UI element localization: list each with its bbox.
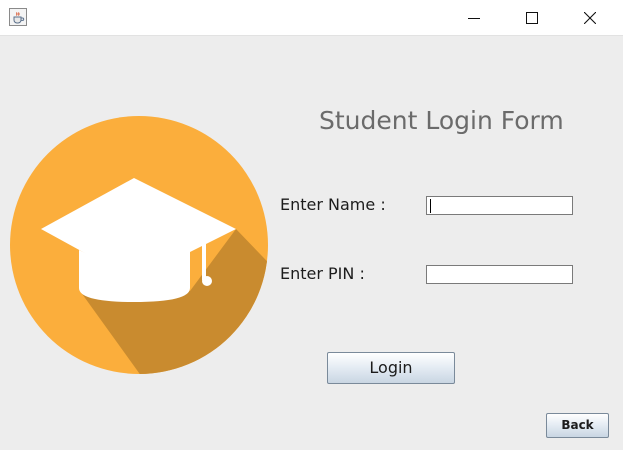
login-button[interactable]: Login: [327, 352, 455, 384]
graduation-cap-icon: [10, 116, 268, 374]
close-icon: [584, 12, 596, 24]
login-panel: Student Login Form Enter Name : Enter PI…: [0, 36, 623, 450]
minimize-button[interactable]: [445, 0, 503, 36]
name-label: Enter Name :: [280, 195, 386, 214]
text-caret: [430, 199, 431, 213]
maximize-button[interactable]: [503, 0, 561, 36]
name-input[interactable]: [426, 196, 573, 215]
close-button[interactable]: [561, 0, 619, 36]
form-title: Student Login Form: [319, 106, 564, 135]
minimize-icon: [468, 18, 480, 19]
title-bar: [0, 0, 623, 36]
pin-input[interactable]: [426, 265, 573, 284]
maximize-icon: [526, 12, 538, 24]
java-app-icon: [9, 8, 27, 26]
pin-label: Enter PIN :: [280, 264, 365, 283]
back-button[interactable]: Back: [546, 413, 609, 438]
